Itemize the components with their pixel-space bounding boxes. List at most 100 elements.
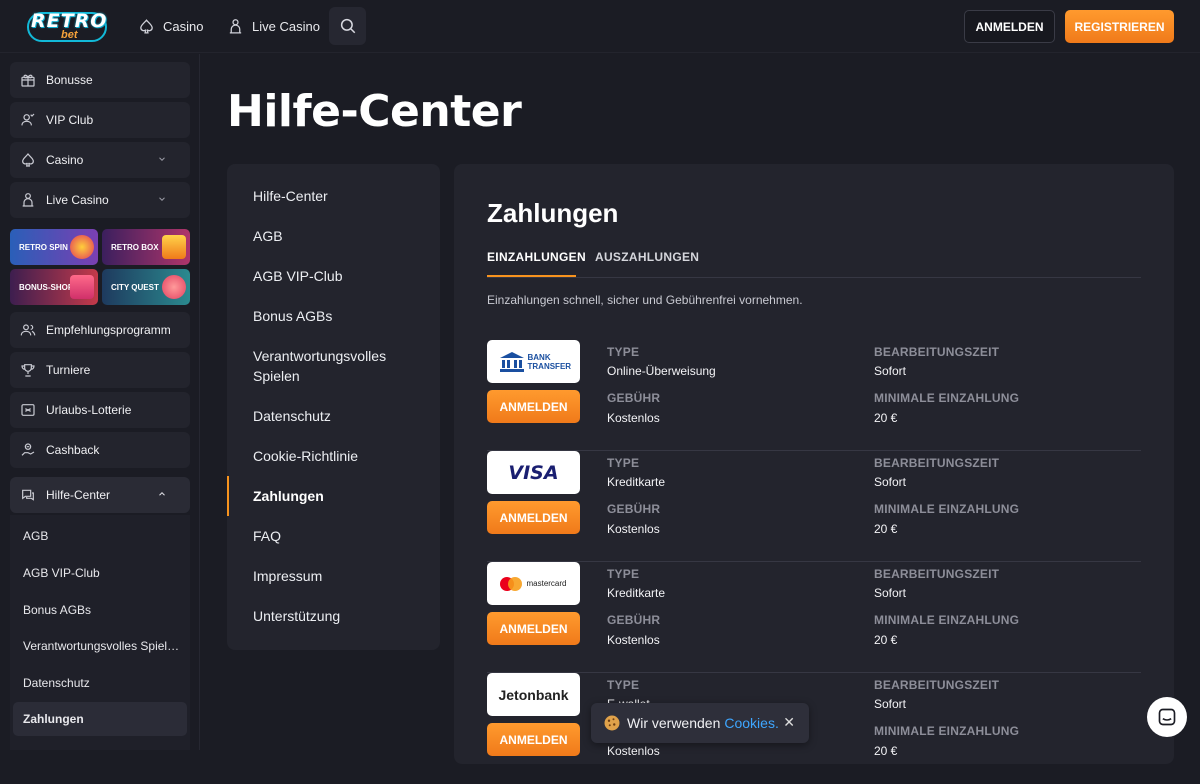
- active-tab-underline: [487, 275, 576, 277]
- main-content: Hilfe-Center Hilfe-Center AGB AGB VIP-Cl…: [201, 54, 1200, 764]
- time-label: BEARBEITUNGSZEIT: [874, 345, 1000, 359]
- chevron-up-icon[interactable]: [157, 489, 167, 499]
- sidebar-item-label: Cashback: [46, 443, 100, 457]
- tab-auszahlungen[interactable]: AUSZAHLUNGEN: [595, 250, 699, 264]
- type-label: TYPE: [607, 345, 640, 359]
- cookies-link[interactable]: Cookies.: [724, 715, 778, 731]
- jetonbank-logo: Jetonbank: [487, 673, 580, 716]
- bank-icon: [499, 351, 524, 372]
- payment-row: mastercard ANMELDEN TYPE Kreditkarte GEB…: [487, 562, 1141, 673]
- help-link-zahlungen[interactable]: Zahlungen: [253, 486, 423, 506]
- submenu-item-zahlungen[interactable]: Zahlungen: [13, 702, 187, 736]
- logo-text: Jetonbank: [498, 686, 569, 703]
- active-indicator: [227, 476, 229, 516]
- time-label: BEARBEITUNGSZEIT: [874, 678, 1000, 692]
- promo-retro-box[interactable]: RETRO BOX: [102, 229, 190, 265]
- panel-title: Zahlungen: [487, 198, 619, 228]
- submenu-item-datenschutz[interactable]: Datenschutz: [13, 666, 187, 700]
- sidebar-item-label: Empfehlungsprogramm: [46, 323, 171, 337]
- submenu-item-agb[interactable]: AGB: [13, 519, 187, 553]
- logo-text: VISA: [508, 461, 559, 484]
- cookie-text: Wir verwenden: [627, 715, 721, 731]
- login-button[interactable]: ANMELDEN: [964, 10, 1055, 43]
- sidebar-item-label: Live Casino: [46, 193, 109, 207]
- sidebar-item-hilfe-center[interactable]: Hilfe-Center: [10, 477, 190, 513]
- intro-text: Einzahlungen schnell, sicher und Gebühre…: [487, 293, 803, 307]
- fee-label: GEBÜHR: [607, 502, 661, 516]
- help-link-agb[interactable]: AGB: [253, 226, 423, 246]
- sidebar-item-label: Casino: [46, 153, 84, 167]
- sidebar-item-label: Urlaubs-Lotterie: [46, 403, 132, 417]
- tab-einzahlungen[interactable]: EINZAHLUNGEN: [487, 250, 586, 264]
- time-label: BEARBEITUNGSZEIT: [874, 567, 1000, 581]
- help-link-bonus-agbs[interactable]: Bonus AGBs: [253, 306, 423, 326]
- help-link-agb-vip-club[interactable]: AGB VIP-Club: [253, 266, 423, 286]
- gift-icon: [21, 74, 35, 87]
- promo-bonus-shop[interactable]: BONUS-SHOP: [10, 269, 98, 305]
- submenu-item-bonus-agbs[interactable]: Bonus AGBs: [13, 593, 187, 627]
- tabs-divider: [487, 277, 1141, 278]
- nav-casino-label: Casino: [163, 18, 204, 34]
- spade-icon: [22, 153, 34, 167]
- fee-value: Kostenlos: [607, 411, 660, 425]
- sidebar-item-label: Bonusse: [46, 73, 93, 87]
- search-icon: [340, 18, 355, 34]
- chevron-down-icon[interactable]: [157, 154, 167, 164]
- help-link-datenschutz[interactable]: Datenschutz: [253, 406, 423, 426]
- payment-row: Jetonbank ANMELDEN TYPE E-wallet GEBÜHR …: [487, 673, 1141, 784]
- promo-label: CITY QUEST: [111, 282, 159, 292]
- nav-live-casino-label: Live Casino: [252, 18, 320, 34]
- gift-box-icon: [162, 235, 186, 259]
- sidebar-item-casino[interactable]: Casino: [10, 142, 190, 178]
- help-link-verantwortungsvolles-spielen[interactable]: Verantwortungsvolles Spielen: [253, 346, 423, 386]
- top-bar: RETRO bet Casino Live Casino ANMELDEN RE…: [0, 0, 1200, 53]
- search-button[interactable]: [329, 7, 366, 45]
- visa-logo: VISA: [487, 451, 580, 494]
- sidebar-item-bonusse[interactable]: Bonusse: [10, 62, 190, 98]
- wheel-icon: [70, 235, 94, 259]
- payment-login-button[interactable]: ANMELDEN: [487, 723, 580, 756]
- sidebar-item-label: Hilfe-Center: [46, 488, 111, 502]
- help-link-unterstutzung[interactable]: Unterstützung: [253, 606, 423, 626]
- payment-row: BANK TRANSFER ANMELDEN TYPE Online-Überw…: [487, 340, 1141, 451]
- help-link-cookie-richtlinie[interactable]: Cookie-Richtlinie: [253, 446, 423, 466]
- help-link-impressum[interactable]: Impressum: [253, 566, 423, 586]
- sidebar-item-urlaubs-lotterie[interactable]: Urlaubs-Lotterie: [10, 392, 190, 428]
- submenu-item-agb-vip-club[interactable]: AGB VIP-Club: [13, 556, 187, 590]
- nav-casino[interactable]: Casino: [138, 14, 203, 38]
- sidebar-item-cashback[interactable]: Cashback: [10, 432, 190, 468]
- sidebar-item-live-casino[interactable]: Live Casino: [10, 182, 190, 218]
- payment-login-button[interactable]: ANMELDEN: [487, 501, 580, 534]
- cookie-banner: Wir verwenden Cookies. ✕: [591, 703, 809, 743]
- sidebar-item-turniere[interactable]: Turniere: [10, 352, 190, 388]
- sidebar-item-vip-club[interactable]: VIP Club: [10, 102, 190, 138]
- promo-retro-spin[interactable]: RETRO SPIN: [10, 229, 98, 265]
- retrobet-logo[interactable]: RETRO bet: [27, 9, 107, 43]
- user-crown-icon: [21, 113, 35, 126]
- time-value: Sofort: [874, 475, 907, 489]
- min-label: MINIMALE EINZAHLUNG: [874, 613, 1020, 627]
- help-link-hilfe-center[interactable]: Hilfe-Center: [253, 186, 423, 206]
- min-value: 20 €: [874, 522, 898, 536]
- nav-live-casino[interactable]: Live Casino: [227, 14, 320, 38]
- chevron-down-icon[interactable]: [157, 194, 167, 204]
- promo-city-quest[interactable]: CITY QUEST: [102, 269, 190, 305]
- close-icon[interactable]: ✕: [783, 714, 795, 731]
- time-value: Sofort: [874, 586, 907, 600]
- cashback-icon: [21, 443, 35, 456]
- payment-login-button[interactable]: ANMELDEN: [487, 612, 580, 645]
- min-value: 20 €: [874, 633, 898, 647]
- sidebar-item-empfehlungsprogramm[interactable]: Empfehlungsprogramm: [10, 312, 190, 348]
- payment-login-button[interactable]: ANMELDEN: [487, 390, 580, 423]
- dealer-icon: [229, 18, 242, 34]
- promo-label: RETRO SPIN: [19, 242, 68, 252]
- type-value: Kreditkarte: [607, 475, 666, 489]
- register-button[interactable]: REGISTRIEREN: [1065, 10, 1174, 43]
- fee-value: Kostenlos: [607, 633, 660, 647]
- live-chat-button[interactable]: [1147, 697, 1187, 737]
- type-value: Online-Überweisung: [607, 364, 716, 378]
- help-link-faq[interactable]: FAQ: [253, 526, 423, 546]
- help-submenu: AGB AGB VIP-Club Bonus AGBs Verantwortun…: [10, 515, 190, 750]
- submenu-item-verantwortungsvolles-spielen[interactable]: Verantwortungsvolles Spiel…: [13, 629, 187, 663]
- fee-value: Kostenlos: [607, 522, 660, 536]
